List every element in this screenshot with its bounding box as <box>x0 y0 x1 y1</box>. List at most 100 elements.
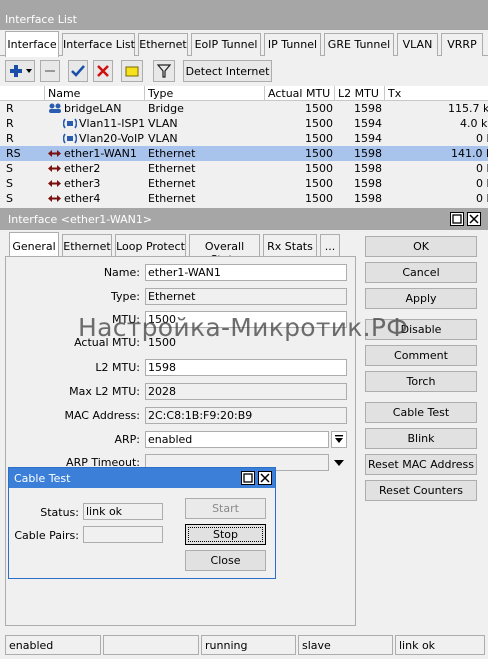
table-row[interactable]: S ether3 Ethernet 1500 1598 0 b <box>0 176 488 191</box>
tab-ip-tunnel[interactable]: IP Tunnel <box>264 33 321 56</box>
tab-interface-list[interactable]: Interface List <box>62 33 135 56</box>
row-actual-mtu: 1500 <box>305 147 333 160</box>
dialog-title-text: Interface <ether1-WAN1> <box>8 213 153 226</box>
row-type: Ethernet <box>148 147 196 160</box>
arp-label: ARP: <box>114 433 140 446</box>
tab-vlan[interactable]: VLAN <box>397 33 438 56</box>
row-flag: S <box>6 162 13 175</box>
tab-overall-stats[interactable]: Overall Stats <box>189 234 260 266</box>
comment-button[interactable]: Comment <box>365 345 477 366</box>
cable-test-dialog: Cable Test Status: link ok Cable Pairs: … <box>8 467 276 579</box>
detect-internet-button[interactable]: Detect Internet <box>183 60 272 82</box>
row-name: ether3 <box>64 177 101 190</box>
stop-button[interactable]: Stop <box>185 524 266 545</box>
col-type[interactable]: Type <box>145 86 265 101</box>
vlan-icon <box>63 133 77 144</box>
status-label: Status: <box>40 506 79 519</box>
tab-ethernet[interactable]: Ethernet <box>62 234 112 256</box>
row-type: VLAN <box>148 132 178 145</box>
tab-gre-tunnel[interactable]: GRE Tunnel <box>324 33 394 56</box>
check-icon <box>71 65 85 77</box>
tab-interface[interactable]: Interface <box>5 31 59 57</box>
remove-button[interactable] <box>40 60 60 82</box>
row-actual-mtu: 1500 <box>305 132 333 145</box>
row-flag: R <box>6 102 14 115</box>
apply-button[interactable]: Apply <box>365 288 477 309</box>
max-l2mtu-label: Max L2 MTU: <box>69 385 140 398</box>
watermark: Настройка-Микротик.РФ <box>78 313 409 342</box>
comment-button[interactable] <box>121 60 143 82</box>
mac-address-label: MAC Address: <box>64 409 140 422</box>
table-row[interactable]: R Vlan20-VoIP VLAN 1500 1594 0 b <box>0 131 488 146</box>
reset-mac-address-button[interactable]: Reset MAC Address <box>365 454 477 475</box>
table-row[interactable]: R Vlan11-ISP1 VLAN 1500 1594 4.0 kb <box>0 116 488 131</box>
status-slave: slave <box>298 635 393 655</box>
table-row-selected[interactable]: RS ether1-WAN1 Ethernet 1500 1598 141.0 … <box>0 146 488 161</box>
blink-button[interactable]: Blink <box>365 428 477 449</box>
close-icon <box>260 473 270 483</box>
row-l2-mtu: 1598 <box>354 177 382 190</box>
interface-dialog-title: Interface <ether1-WAN1> <box>0 208 488 230</box>
cable-pairs-field <box>83 526 163 543</box>
torch-button[interactable]: Torch <box>365 371 477 392</box>
row-l2-mtu: 1598 <box>354 147 382 160</box>
tab-bar: Interface Interface List Ethernet EoIP T… <box>0 30 488 57</box>
col-actual-mtu[interactable]: Actual MTU <box>265 86 335 101</box>
arp-select[interactable]: enabled <box>145 431 329 448</box>
row-name: ether1-WAN1 <box>64 147 137 160</box>
status-enabled: enabled <box>5 635 101 655</box>
table-row[interactable]: S ether4 Ethernet 1500 1598 0 b <box>0 191 488 206</box>
cancel-button[interactable]: Cancel <box>365 262 477 283</box>
expand-arrow-icon[interactable] <box>334 459 344 467</box>
maximize-icon <box>452 214 462 224</box>
row-tx: 0 b <box>476 192 488 205</box>
row-type: Ethernet <box>148 162 196 175</box>
l2mtu-label: L2 MTU: <box>95 361 140 374</box>
row-type: Ethernet <box>148 177 196 190</box>
mac-address-field: 2C:C8:1B:F9:20:B9 <box>145 407 347 424</box>
toolbar: Detect Internet <box>0 56 488 86</box>
close-button[interactable] <box>467 212 481 226</box>
table-row[interactable]: R bridgeLAN Bridge 1500 1598 115.7 kb <box>0 101 488 116</box>
cable-test-maximize-button[interactable] <box>241 471 255 485</box>
start-button[interactable]: Start <box>185 498 266 519</box>
row-flag: S <box>6 177 13 190</box>
enable-button[interactable] <box>68 60 88 82</box>
row-name: ether4 <box>64 192 101 205</box>
tab-general[interactable]: General <box>9 232 59 257</box>
tab-rx-stats[interactable]: Rx Stats <box>263 234 317 256</box>
tab-more[interactable]: ... <box>320 234 340 256</box>
cable-test-button[interactable]: Cable Test <box>365 402 477 423</box>
tab-vrrp[interactable]: VRRP <box>441 33 483 56</box>
maximize-button[interactable] <box>450 212 464 226</box>
minus-icon <box>45 70 55 72</box>
cable-test-close-button[interactable] <box>258 471 272 485</box>
row-type: VLAN <box>148 117 178 130</box>
ethernet-icon <box>48 195 61 202</box>
tab-eoip-tunnel[interactable]: EoIP Tunnel <box>191 33 261 56</box>
status-bar: enabled running slave link ok <box>0 633 488 659</box>
col-tx[interactable]: Tx <box>385 86 488 101</box>
col-name[interactable]: Name <box>45 86 145 101</box>
col-l2-mtu[interactable]: L2 MTU <box>335 86 385 101</box>
name-field[interactable]: ether1-WAN1 <box>145 264 347 281</box>
table-row[interactable]: S ether2 Ethernet 1500 1598 0 b <box>0 161 488 176</box>
ethernet-icon <box>48 150 61 157</box>
add-button[interactable] <box>5 60 35 82</box>
tab-ethernet[interactable]: Ethernet <box>138 33 188 56</box>
status-empty <box>103 635 199 655</box>
filter-button[interactable] <box>153 60 175 82</box>
ethernet-icon <box>48 165 61 172</box>
close-dialog-button[interactable]: Close <box>185 550 266 571</box>
disable-button[interactable] <box>93 60 113 82</box>
row-tx: 0 b <box>476 132 488 145</box>
tab-loop-protect[interactable]: Loop Protect <box>115 234 186 256</box>
arp-dropdown-button[interactable] <box>331 431 347 448</box>
row-name: Vlan20-VoIP <box>79 132 144 145</box>
col-flags[interactable] <box>0 86 45 101</box>
plus-icon <box>10 65 32 77</box>
ok-button[interactable]: OK <box>365 236 477 257</box>
reset-counters-button[interactable]: Reset Counters <box>365 480 477 501</box>
ethernet-icon <box>48 180 61 187</box>
l2mtu-field[interactable]: 1598 <box>145 359 347 376</box>
